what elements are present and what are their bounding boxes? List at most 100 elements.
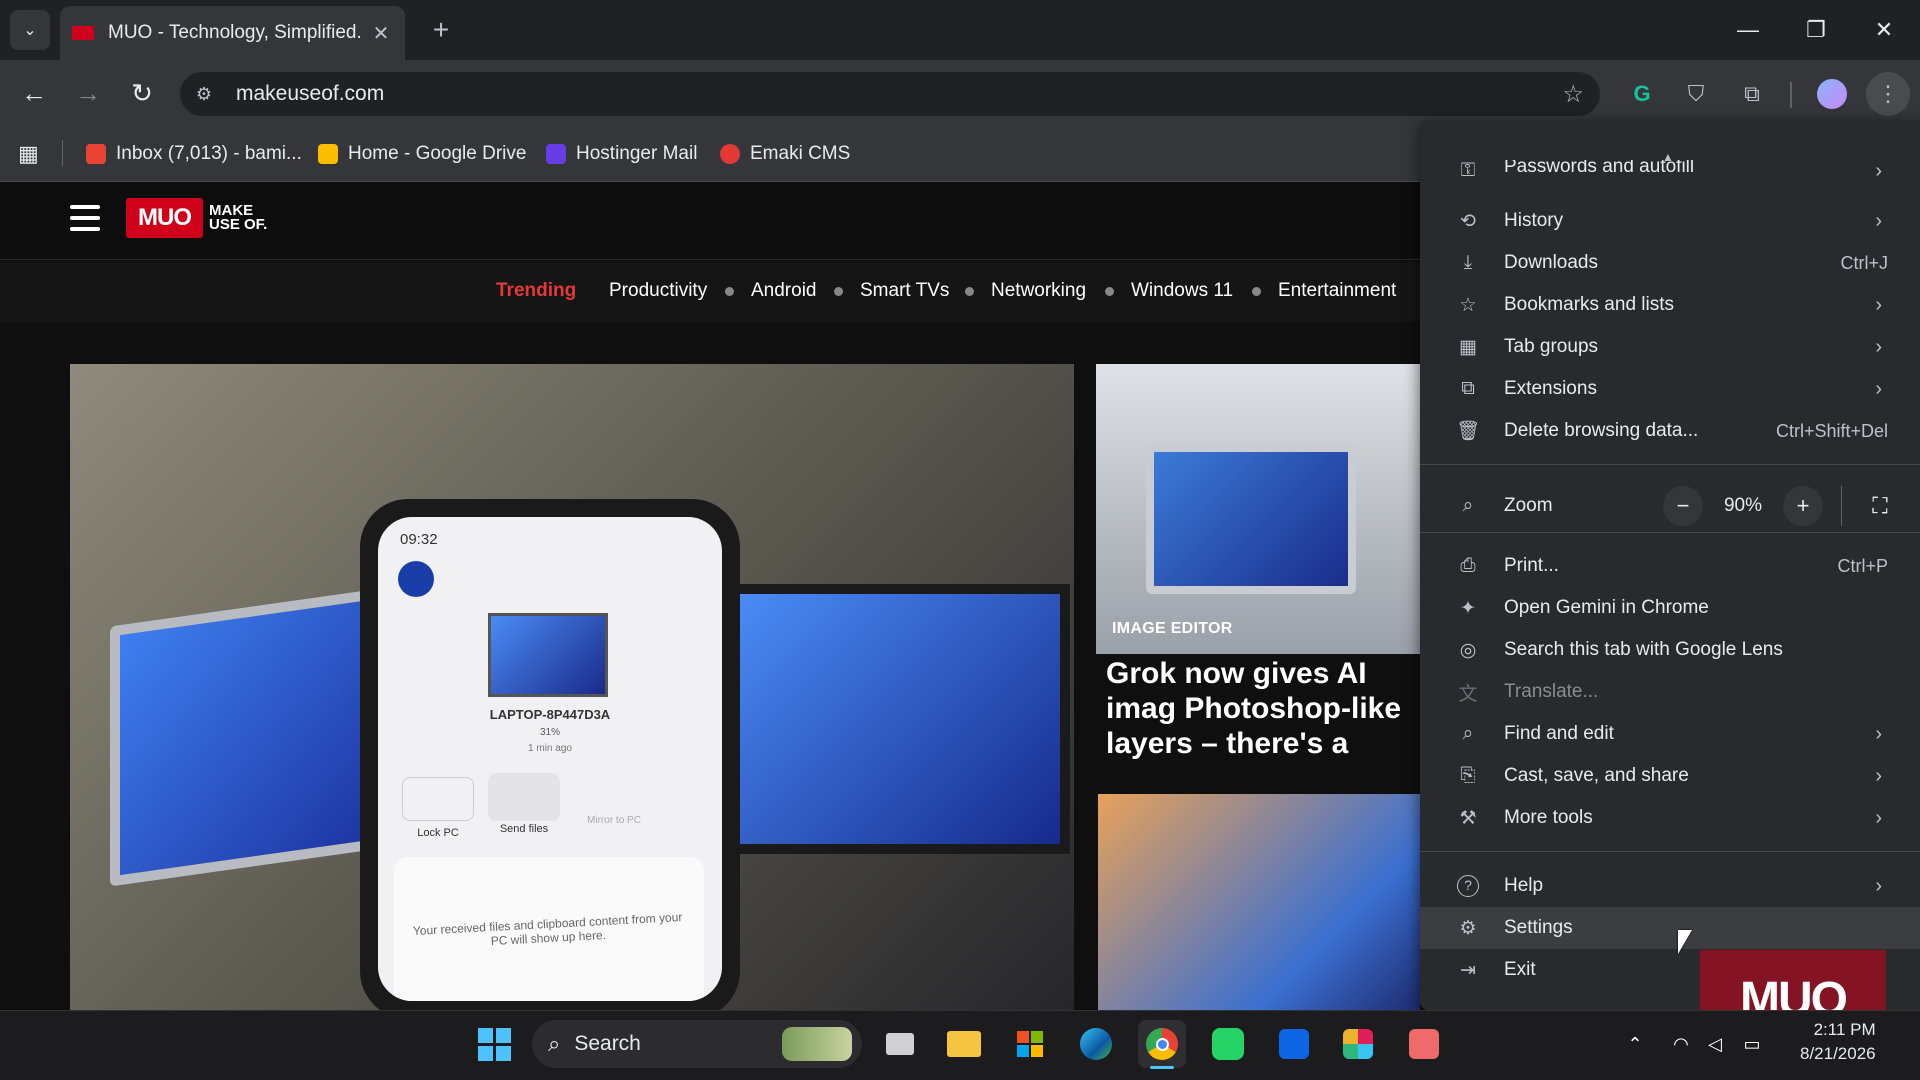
menu-item-more-tools[interactable]: ⚒ More tools › — [1420, 797, 1920, 839]
menu-item-passwords[interactable]: ⚿ Passwords and autofill › — [1420, 160, 1920, 186]
nav-windows-11[interactable]: Windows 11 — [1131, 280, 1233, 302]
new-tab-button[interactable]: + — [424, 12, 458, 48]
menu-item-find-and-edit[interactable]: ⌕ Find and edit › — [1420, 713, 1920, 755]
tab-search-button[interactable]: ⌄ — [10, 10, 50, 50]
whatsapp-icon[interactable] — [1204, 1020, 1252, 1068]
nav-separator — [834, 287, 843, 296]
menu-item-downloads[interactable]: ⤓ Downloads Ctrl+J — [1420, 242, 1920, 284]
article-card-image[interactable] — [1096, 364, 1420, 654]
bookmark-hostinger-mail[interactable]: Hostinger Mail — [546, 136, 697, 172]
slack-icon[interactable] — [1334, 1020, 1382, 1068]
toolbox-icon: ⚒ — [1459, 807, 1477, 829]
phone-battery: 31% — [539, 727, 560, 738]
phone-lock-label: Lock PC — [417, 827, 459, 839]
nav-android[interactable]: Android — [751, 280, 817, 302]
nav-productivity[interactable]: Productivity — [609, 280, 707, 302]
close-tab-icon[interactable]: ✕ — [369, 21, 393, 46]
phone-send-label: Send files — [499, 823, 549, 835]
hero-article-image[interactable]: 09:32 LAPTOP-8P447D3A 31% 1 min ago Lock… — [70, 364, 1074, 1010]
fullscreen-icon[interactable]: ⛶ — [1860, 486, 1900, 526]
shield-extension-icon[interactable]: ⛉ — [1676, 74, 1716, 114]
cast-icon: ⎘ — [1460, 765, 1476, 786]
edge-icon[interactable] — [1072, 1020, 1120, 1068]
back-button[interactable]: ← — [14, 70, 54, 116]
asana-icon[interactable] — [1400, 1020, 1448, 1068]
chevron-right-icon: › — [1875, 377, 1882, 400]
windows-logo-icon — [477, 1027, 511, 1061]
address-bar[interactable]: ⚙ makeuseof.com ☆ — [180, 72, 1600, 116]
article-headline[interactable]: Grok now gives AI imag Photoshop-like la… — [1106, 656, 1426, 764]
bookmarks-divider — [62, 140, 63, 166]
nav-trending[interactable]: Trending — [496, 280, 576, 302]
site-logo[interactable]: MUO MAKE USE OF. — [126, 198, 269, 238]
menu-item-translate: 文 Translate... — [1420, 671, 1920, 713]
chevron-up-icon[interactable]: ⌃ — [1620, 1020, 1650, 1068]
article-category-tag[interactable]: IMAGE EDITOR — [1112, 620, 1233, 638]
menu-item-cast-save-share[interactable]: ⎘ Cast, save, and share › — [1420, 755, 1920, 797]
menu-item-tab-groups[interactable]: ▦ Tab groups › — [1420, 326, 1920, 368]
phone-avatar — [398, 561, 434, 597]
printer-icon: ⎙ — [1460, 555, 1476, 576]
nav-smart-tvs[interactable]: Smart TVs — [860, 280, 949, 302]
chevron-right-icon: › — [1875, 209, 1882, 232]
system-clock[interactable]: 2:11 PM 8/21/2026 — [1800, 1018, 1876, 1066]
article-card-image-2[interactable] — [1098, 794, 1420, 1010]
close-window-button[interactable]: ✕ — [1850, 0, 1918, 60]
exit-icon: ⇥ — [1460, 959, 1476, 981]
menu-item-delete-browsing-data[interactable]: 🗑 Delete browsing data... Ctrl+Shift+Del — [1420, 410, 1920, 452]
menu-item-gemini[interactable]: ✦ Open Gemini in Chrome — [1420, 587, 1920, 629]
chrome-taskbar-icon[interactable] — [1138, 1020, 1186, 1068]
site-info-icon[interactable]: ⚙ — [184, 74, 224, 114]
chevron-right-icon: › — [1875, 874, 1882, 897]
menu-item-help[interactable]: ? Help › — [1420, 865, 1920, 907]
menu-item-google-lens[interactable]: ◎ Search this tab with Google Lens — [1420, 629, 1920, 671]
nav-separator — [1252, 287, 1261, 296]
menu-item-settings[interactable]: ⚙ Settings — [1420, 907, 1920, 949]
trello-icon[interactable] — [1270, 1020, 1318, 1068]
taskbar-search[interactable]: ⌕ Search — [532, 1020, 862, 1068]
bookmark-star-icon[interactable]: ☆ — [1562, 80, 1584, 109]
reload-button[interactable]: ↻ — [122, 70, 162, 116]
forward-button[interactable]: → — [68, 70, 108, 116]
laptop-thumbnail — [488, 613, 608, 697]
menu-item-print[interactable]: ⎙ Print... Ctrl+P — [1420, 545, 1920, 587]
task-view-icon[interactable] — [876, 1020, 924, 1068]
sparkle-icon: ✦ — [1460, 597, 1476, 619]
wifi-icon[interactable]: ◠ — [1666, 1020, 1696, 1068]
shortcut-label: Ctrl+P — [1837, 555, 1888, 576]
send-icon — [488, 773, 560, 821]
menu-item-extensions[interactable]: ⧉ Extensions › — [1420, 368, 1920, 410]
clock-time: 2:11 PM — [1813, 1020, 1876, 1039]
profile-avatar[interactable] — [1812, 74, 1852, 114]
nav-networking[interactable]: Networking — [991, 280, 1086, 302]
mouse-cursor — [1678, 930, 1692, 954]
phone-image: 09:32 LAPTOP-8P447D3A 31% 1 min ago Lock… — [360, 499, 740, 1010]
bookmark-gmail[interactable]: Inbox (7,013) - bami... — [86, 136, 302, 172]
url-text[interactable]: makeuseof.com — [236, 82, 384, 106]
battery-icon[interactable]: ▭ — [1734, 1020, 1770, 1068]
microsoft-store-icon[interactable] — [1006, 1020, 1054, 1068]
zoom-out-button[interactable]: − — [1663, 486, 1703, 526]
bookmark-google-drive[interactable]: Home - Google Drive — [318, 136, 526, 172]
menu-item-bookmarks[interactable]: ☆ Bookmarks and lists › — [1420, 284, 1920, 326]
clock-date: 8/21/2026 — [1800, 1044, 1876, 1063]
apps-grid-icon[interactable]: ▦ — [18, 136, 39, 172]
menu-divider — [1420, 532, 1920, 533]
grammarly-icon[interactable]: G — [1622, 74, 1662, 114]
hamburger-menu-icon[interactable] — [70, 205, 100, 231]
bookmark-emaki-cms[interactable]: Emaki CMS — [720, 136, 850, 172]
nav-entertainment[interactable]: Entertainment — [1278, 280, 1396, 302]
minimize-button[interactable]: — — [1714, 0, 1782, 60]
restore-button[interactable]: ❐ — [1782, 0, 1850, 60]
browser-tab[interactable]: MUO - Technology, Simplified. ✕ — [60, 6, 405, 60]
chrome-menu-button[interactable]: ⋮ — [1866, 72, 1910, 116]
search-icon: ⌕ — [548, 1031, 561, 1056]
start-button[interactable] — [470, 1020, 518, 1068]
zoom-in-button[interactable]: + — [1783, 486, 1823, 526]
phone-mirror-label: Mirror to PC — [587, 815, 641, 826]
menu-zoom-row: ⌕ Zoom − 90% + ⛶ — [1420, 478, 1920, 534]
file-explorer-icon[interactable] — [940, 1020, 988, 1068]
menu-item-history[interactable]: ⟲ History › — [1420, 200, 1920, 242]
volume-icon[interactable]: ◁ — [1700, 1020, 1730, 1068]
extensions-puzzle-icon[interactable]: ⧉ — [1732, 74, 1772, 114]
